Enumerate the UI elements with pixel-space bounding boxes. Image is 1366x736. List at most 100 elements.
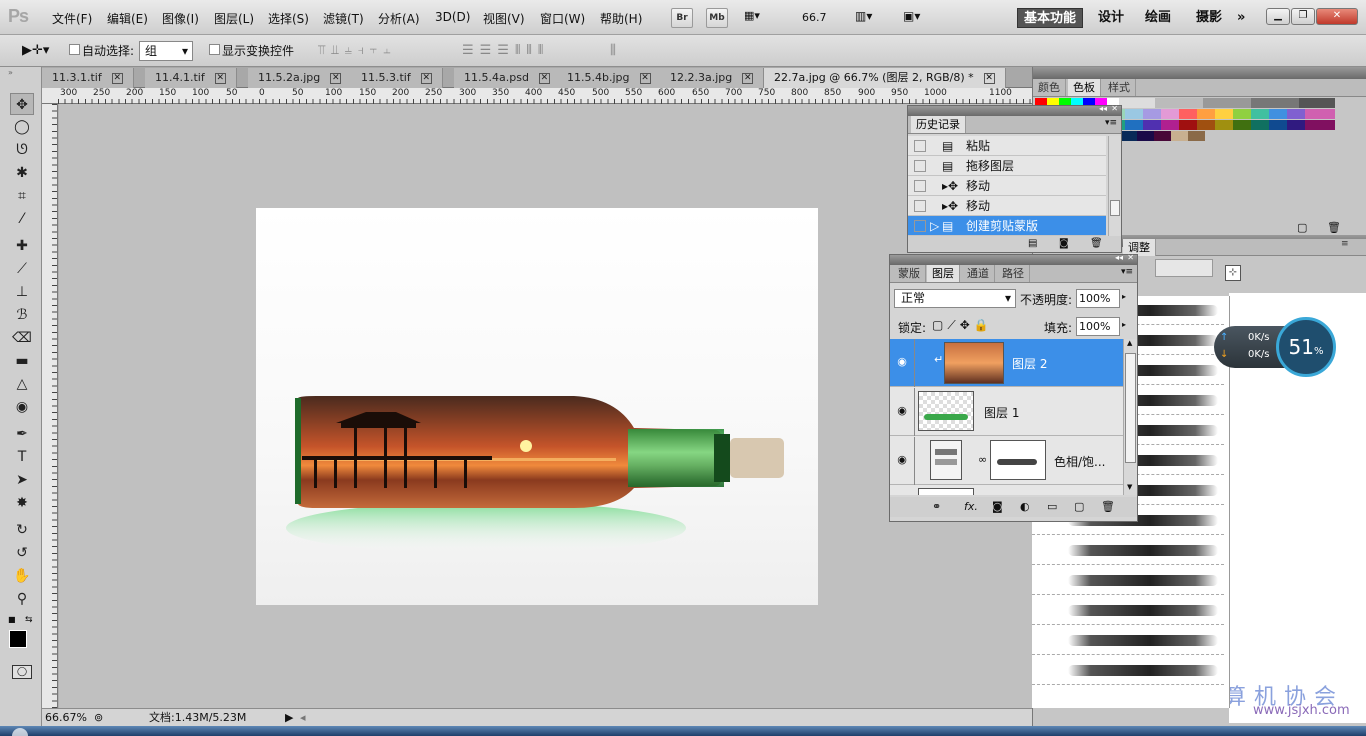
layer-row[interactable]: ◉ 图层 1 <box>890 388 1123 436</box>
trash-icon[interactable]: 🗑 <box>1327 221 1341 234</box>
close-tab-icon[interactable]: ✕ <box>111 72 123 84</box>
menu-file[interactable]: 文件(F) <box>52 10 92 27</box>
add-mask-icon[interactable]: ◙ <box>992 500 1003 513</box>
menu-layer[interactable]: 图层(L) <box>214 10 254 27</box>
close-tab-icon[interactable]: ✕ <box>420 72 432 84</box>
close-tab-icon[interactable]: ✕ <box>538 72 550 84</box>
dock-menu-icon[interactable]: ≡ <box>1341 239 1349 249</box>
eye-icon[interactable]: ◉ <box>892 401 912 421</box>
tab-styles[interactable]: 样式 <box>1103 79 1136 96</box>
foreground-color[interactable] <box>9 630 27 648</box>
panel-menu-icon[interactable]: ▾≡ <box>1105 118 1117 128</box>
close-tab-icon[interactable]: ✕ <box>214 72 226 84</box>
new-group-icon[interactable]: ▭ <box>1047 500 1057 513</box>
collapse-icon[interactable]: » <box>8 68 13 77</box>
quick-mask-button[interactable]: ◯ <box>12 665 32 679</box>
close-button[interactable]: ✕ <box>1316 8 1358 25</box>
marquee-tool[interactable]: ◯ <box>10 116 34 138</box>
close-tab-icon[interactable]: ✕ <box>983 72 995 84</box>
pen-tool[interactable]: ✒ <box>10 423 34 445</box>
default-colors-icon[interactable]: ■ <box>8 615 16 624</box>
clone-stamp-tool[interactable]: ⊥ <box>10 281 34 303</box>
layer-thumbnail[interactable] <box>944 342 1004 384</box>
opacity-input[interactable]: 100% <box>1076 289 1120 308</box>
menu-view[interactable]: 视图(V) <box>483 10 525 27</box>
adjustment-thumbnail[interactable] <box>930 440 962 480</box>
menu-analysis[interactable]: 分析(A) <box>378 10 420 27</box>
layer-row-selected[interactable]: ◉ ↵ 图层 2 <box>890 339 1123 387</box>
tab-history[interactable]: 历史记录 <box>911 116 966 133</box>
distribute-buttons[interactable]: ☰☰☰⫴⫴⫴ <box>462 43 549 58</box>
align-buttons[interactable]: ⫪⫫⫨⫞⫟⫠ <box>318 43 397 58</box>
scroll-down-icon[interactable]: ▼ <box>1127 483 1132 491</box>
menu-3d[interactable]: 3D(D) <box>435 10 470 24</box>
3d-rotate-tool[interactable]: ↻ <box>10 519 34 541</box>
tab-document[interactable]: 11.4.1.tif ✕ <box>145 68 237 88</box>
mini-bridge-button[interactable]: Mb <box>706 8 728 28</box>
status-info-icon[interactable]: ⊚ <box>94 709 103 726</box>
tab-channels[interactable]: 通道 <box>962 265 995 282</box>
zoom-level[interactable]: 66.7 <box>802 11 827 24</box>
path-select-tool[interactable]: ➤ <box>10 469 34 491</box>
trash-icon[interactable]: 🗑 <box>1101 500 1115 513</box>
extras-dropdown[interactable]: ▦▾ <box>744 9 778 27</box>
hand-tool[interactable]: ✋ <box>10 565 34 587</box>
minimize-button[interactable]: ▁ <box>1266 8 1290 25</box>
restore-button[interactable]: ❐ <box>1291 8 1315 25</box>
menu-help[interactable]: 帮助(H) <box>600 10 642 27</box>
new-layer-icon[interactable]: ▢ <box>1074 500 1084 513</box>
3d-orbit-tool[interactable]: ↺ <box>10 542 34 564</box>
tab-document[interactable]: 11.5.2a.jpg ✕ <box>248 68 353 88</box>
blend-mode-dropdown[interactable]: 正常 ▾ <box>894 289 1016 308</box>
fill-slider-arrow-icon[interactable]: ▸ <box>1122 320 1126 329</box>
panel-menu-icon[interactable]: ▾≡ <box>1121 267 1133 277</box>
layer-thumbnail[interactable] <box>918 391 974 431</box>
document-canvas[interactable] <box>256 208 818 605</box>
show-transform-checkbox[interactable] <box>209 44 220 55</box>
close-tab-icon[interactable]: ✕ <box>639 72 651 84</box>
layer-name[interactable]: 色相/饱... <box>1054 453 1106 470</box>
brush-item[interactable] <box>1032 536 1224 565</box>
brush-item[interactable] <box>1032 566 1224 595</box>
eye-icon[interactable]: ◉ <box>892 450 912 470</box>
new-document-icon[interactable]: ▤ <box>1028 238 1037 249</box>
scroll-thumb[interactable] <box>1125 353 1136 463</box>
menu-edit[interactable]: 编辑(E) <box>107 10 148 27</box>
menu-select[interactable]: 选择(S) <box>268 10 309 27</box>
chain-link-icon[interactable]: ∞ <box>978 453 987 466</box>
move-tool[interactable]: ✥ <box>10 93 34 115</box>
quick-select-tool[interactable]: ✱ <box>10 162 34 184</box>
snapshot-source-box[interactable] <box>914 160 926 172</box>
menu-window[interactable]: 窗口(W) <box>540 10 585 27</box>
gradient-tool[interactable]: ▬ <box>10 350 34 372</box>
adjust-preset-icon[interactable]: ⊹ <box>1225 265 1241 281</box>
healing-tool[interactable]: ✚ <box>10 235 34 257</box>
workspace-design[interactable]: 设计 <box>1098 8 1124 28</box>
swap-colors-icon[interactable]: ⇆ <box>25 615 33 625</box>
brush-item[interactable] <box>1032 626 1224 655</box>
eye-icon[interactable]: ◉ <box>892 352 912 372</box>
tab-color[interactable]: 颜色 <box>1033 79 1066 96</box>
workspace-photography[interactable]: 摄影 <box>1196 8 1222 28</box>
zoom-tool[interactable]: ⚲ <box>10 588 34 610</box>
close-tab-icon[interactable]: ✕ <box>330 72 342 84</box>
scroll-left-icon[interactable]: ◂ <box>300 709 306 726</box>
eyedropper-tool[interactable]: ⁄ <box>10 208 34 230</box>
history-scrollbar[interactable] <box>1108 136 1121 236</box>
close-panel-icon[interactable]: ✕ <box>1127 253 1134 262</box>
brush-tool[interactable]: ⟋ <box>10 258 34 280</box>
auto-align-button[interactable]: ⫼ <box>610 43 616 58</box>
arrange-documents-dropdown[interactable]: ▥▾ <box>855 9 872 23</box>
trash-icon[interactable]: 🗑 <box>1090 238 1103 249</box>
snapshot-source-box[interactable] <box>914 140 926 152</box>
collapse-icon[interactable]: ◂◂ <box>1115 253 1123 262</box>
tab-document[interactable]: 11.5.3.tif ✕ <box>351 68 443 88</box>
adjustment-layer-icon[interactable]: ◐ <box>1020 500 1030 513</box>
tool-preset-picker[interactable]: ▶✛▾ <box>22 43 49 58</box>
lasso-tool[interactable]: ᘎ <box>10 139 34 161</box>
snapshot-source-box[interactable] <box>914 180 926 192</box>
blur-tool[interactable]: △ <box>10 373 34 395</box>
menu-image[interactable]: 图像(I) <box>162 10 199 27</box>
close-panel-icon[interactable]: ✕ <box>1111 104 1118 113</box>
lock-icons[interactable]: ▢⟋✥🔒 <box>932 318 993 333</box>
